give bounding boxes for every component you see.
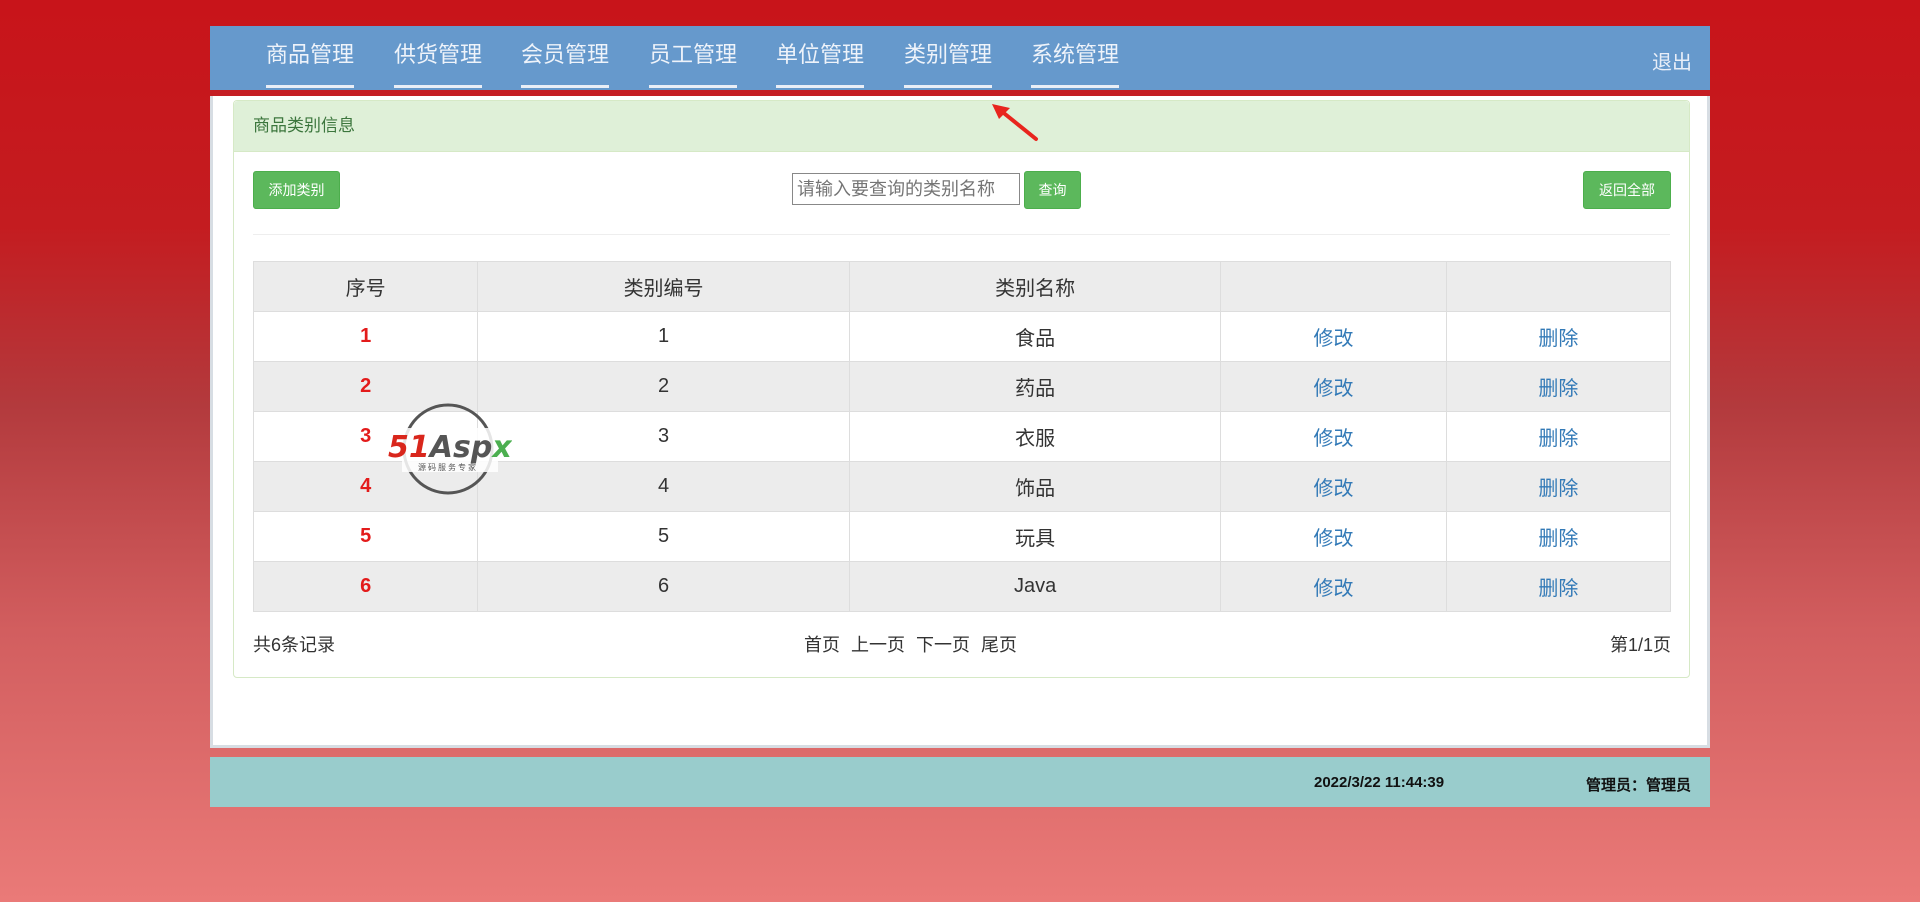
category-name: 衣服 — [848, 411, 1222, 462]
edit-link[interactable]: 修改 — [1220, 461, 1447, 512]
category-id: 1 — [477, 311, 850, 362]
header-category-name: 类别名称 — [848, 261, 1222, 312]
category-id: 2 — [477, 361, 850, 412]
header-delete — [1445, 261, 1672, 312]
panel-title: 商品类别信息 — [234, 101, 1689, 152]
status-bar: 2022/3/22 11:44:39 管理员：管理员 — [210, 757, 1710, 807]
last-page-link[interactable]: 尾页 — [981, 635, 1017, 655]
row-index: 1 — [252, 311, 479, 362]
category-id: 3 — [477, 411, 850, 462]
nav-item-categories[interactable]: 类别管理 — [904, 42, 993, 88]
delete-link[interactable]: 删除 — [1445, 361, 1672, 412]
edit-link[interactable]: 修改 — [1220, 361, 1447, 412]
main-frame: 商品管理 供货管理 会员管理 员工管理 单位管理 类别管理 系统管理 退出 商品… — [210, 26, 1710, 748]
pagination-bar: 共6条记录 首页 上一页 下一页 尾页 第1/1页 — [253, 631, 1671, 655]
prev-page-link[interactable]: 上一页 — [851, 635, 905, 655]
svg-text:源码服务专家: 源码服务专家 — [418, 462, 478, 472]
watermark-logo-icon: 51Aspx 源码服务专家 — [388, 403, 512, 495]
nav-item-staff[interactable]: 员工管理 — [649, 42, 738, 88]
search-button[interactable]: 查询 — [1024, 171, 1081, 209]
delete-link[interactable]: 删除 — [1445, 411, 1672, 462]
header-category-id: 类别编号 — [477, 261, 850, 312]
category-id: 5 — [477, 511, 850, 562]
toolbar-divider — [253, 234, 1670, 235]
edit-link[interactable]: 修改 — [1220, 561, 1447, 612]
delete-link[interactable]: 删除 — [1445, 311, 1672, 362]
category-name: 玩具 — [848, 511, 1222, 562]
edit-link[interactable]: 修改 — [1220, 311, 1447, 362]
top-navigation: 商品管理 供货管理 会员管理 员工管理 单位管理 类别管理 系统管理 退出 — [210, 26, 1710, 90]
show-all-button[interactable]: 返回全部 — [1583, 171, 1671, 209]
nav-item-system[interactable]: 系统管理 — [1031, 42, 1120, 88]
category-name: 药品 — [848, 361, 1222, 412]
edit-link[interactable]: 修改 — [1220, 411, 1447, 462]
pager-links: 首页 上一页 下一页 尾页 — [804, 631, 1023, 657]
delete-link[interactable]: 删除 — [1445, 561, 1672, 612]
nav-item-units[interactable]: 单位管理 — [776, 42, 865, 88]
logout-link[interactable]: 退出 — [1652, 46, 1692, 75]
first-page-link[interactable]: 首页 — [804, 635, 840, 655]
edit-link[interactable]: 修改 — [1220, 511, 1447, 562]
category-search-input[interactable] — [792, 173, 1020, 205]
nav-item-members[interactable]: 会员管理 — [521, 42, 610, 88]
table-row: 5 5 玩具 修改 删除 — [252, 511, 1672, 562]
category-id: 6 — [477, 561, 850, 612]
row-index: 5 — [252, 511, 479, 562]
next-page-link[interactable]: 下一页 — [916, 635, 970, 655]
nav-item-supply[interactable]: 供货管理 — [394, 42, 483, 88]
annotation-arrow-icon — [992, 104, 1038, 141]
row-index: 6 — [252, 561, 479, 612]
category-name: 食品 — [848, 311, 1222, 362]
current-user: 管理员：管理员 — [1586, 777, 1692, 794]
category-name: 饰品 — [848, 461, 1222, 512]
category-id: 4 — [477, 461, 850, 512]
add-category-button[interactable]: 添加类别 — [253, 171, 340, 209]
category-panel: 商品类别信息 添加类别 查询 返回全部 序号 类别编号 类别名称 — [233, 100, 1690, 678]
table-row: 6 6 Java 修改 删除 — [252, 561, 1672, 612]
current-datetime: 2022/3/22 11:44:39 — [1314, 774, 1445, 791]
nav-item-goods[interactable]: 商品管理 — [266, 42, 355, 88]
table-row: 1 1 食品 修改 删除 — [252, 311, 1672, 362]
delete-link[interactable]: 删除 — [1445, 511, 1672, 562]
record-count: 共6条记录 — [253, 635, 336, 655]
header-edit — [1220, 261, 1447, 312]
table-header-row: 序号 类别编号 类别名称 — [252, 261, 1672, 312]
page-indicator: 第1/1页 — [1609, 635, 1671, 655]
category-name: Java — [848, 561, 1222, 612]
header-index: 序号 — [252, 261, 479, 312]
svg-text:51Aspx: 51Aspx — [388, 430, 512, 465]
delete-link[interactable]: 删除 — [1445, 461, 1672, 512]
